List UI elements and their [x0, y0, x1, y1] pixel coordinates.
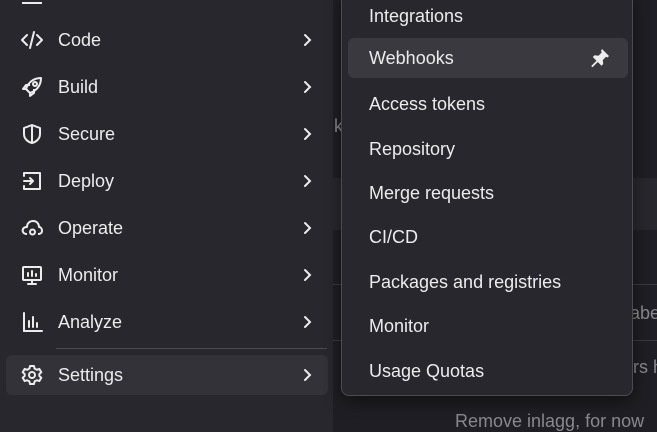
menu-item-label: Repository: [369, 139, 456, 159]
chart-icon: [23, 312, 43, 332]
menu-item-packages-and-registries[interactable]: Packages and registries: [348, 262, 628, 302]
sidebar-item-secure[interactable]: Secure: [6, 114, 328, 154]
sidebar-item-operate[interactable]: Operate: [6, 208, 328, 248]
sidebar-item-label: Secure: [58, 123, 116, 144]
pin-icon[interactable]: [590, 48, 610, 68]
content-fragment: abe: [630, 303, 657, 323]
menu-item-access-tokens[interactable]: Access tokens: [348, 84, 628, 124]
shield-icon: [23, 124, 41, 144]
sidebar-item-label: Settings: [58, 364, 124, 385]
sidebar-item-deploy[interactable]: Deploy: [6, 161, 328, 201]
chevron-right-icon: [304, 222, 312, 234]
monitor-icon: [22, 266, 42, 285]
menu-item-label: CI/CD: [369, 227, 418, 247]
menu-icon: [22, 0, 42, 4]
sidebar: Code Build Secure Deploy Operate Monitor…: [0, 0, 333, 432]
chevron-right-icon: [304, 128, 312, 140]
menu-item-label: Webhooks: [369, 48, 454, 68]
menu-item-usage-quotas[interactable]: Usage Quotas: [348, 351, 628, 391]
deploy-icon: [23, 172, 41, 190]
menu-item-merge-requests[interactable]: Merge requests: [348, 173, 628, 213]
app-root: k abe rs h Remove inlagg, for now Code B…: [0, 0, 657, 432]
sidebar-item-settings[interactable]: Settings: [6, 355, 328, 395]
content-fragment: Remove inlagg, for now: [455, 411, 645, 431]
sidebar-item-label: Code: [58, 29, 102, 50]
settings-flyout-menu: Integrations Webhooks Access tokens Repo…: [341, 0, 633, 396]
menu-item-ci-cd[interactable]: CI/CD: [348, 217, 628, 257]
menu-item-integrations[interactable]: Integrations: [348, 0, 628, 36]
sidebar-item-label: Deploy: [58, 170, 115, 191]
chevron-right-icon: [304, 316, 312, 328]
sidebar-item-code[interactable]: Code: [6, 20, 328, 60]
sidebar-item-label: Analyze: [58, 311, 123, 332]
cloud-gear-icon: [21, 220, 43, 236]
chevron-right-icon: [304, 269, 312, 281]
sidebar-item-label: Build: [58, 76, 99, 97]
chevron-right-icon: [304, 369, 312, 381]
chevron-right-icon: [304, 34, 312, 46]
sidebar-item-label: Operate: [58, 217, 124, 238]
content-fragment: rs h: [633, 357, 657, 377]
menu-item-label: Packages and registries: [369, 272, 562, 292]
menu-item-label: Monitor: [369, 316, 430, 336]
menu-item-repository[interactable]: Repository: [348, 129, 628, 169]
gear-icon: [21, 365, 43, 385]
menu-item-monitor[interactable]: Monitor: [348, 306, 628, 346]
sidebar-item-build[interactable]: Build: [6, 67, 328, 107]
menu-item-label: Integrations: [369, 6, 464, 26]
menu-item-label: Merge requests: [369, 183, 495, 203]
menu-item-label: Usage Quotas: [369, 361, 485, 381]
menu-item-webhooks[interactable]: Webhooks: [348, 38, 628, 78]
sidebar-item-label: Monitor: [58, 264, 119, 285]
menu-item-label: Access tokens: [369, 94, 486, 114]
rocket-icon: [22, 77, 42, 97]
sidebar-item-analyze[interactable]: Analyze: [6, 302, 328, 342]
chevron-right-icon: [304, 81, 312, 93]
code-icon: [21, 31, 43, 49]
sidebar-item-monitor[interactable]: Monitor: [6, 255, 328, 295]
sidebar-divider: [56, 348, 327, 349]
chevron-right-icon: [304, 175, 312, 187]
